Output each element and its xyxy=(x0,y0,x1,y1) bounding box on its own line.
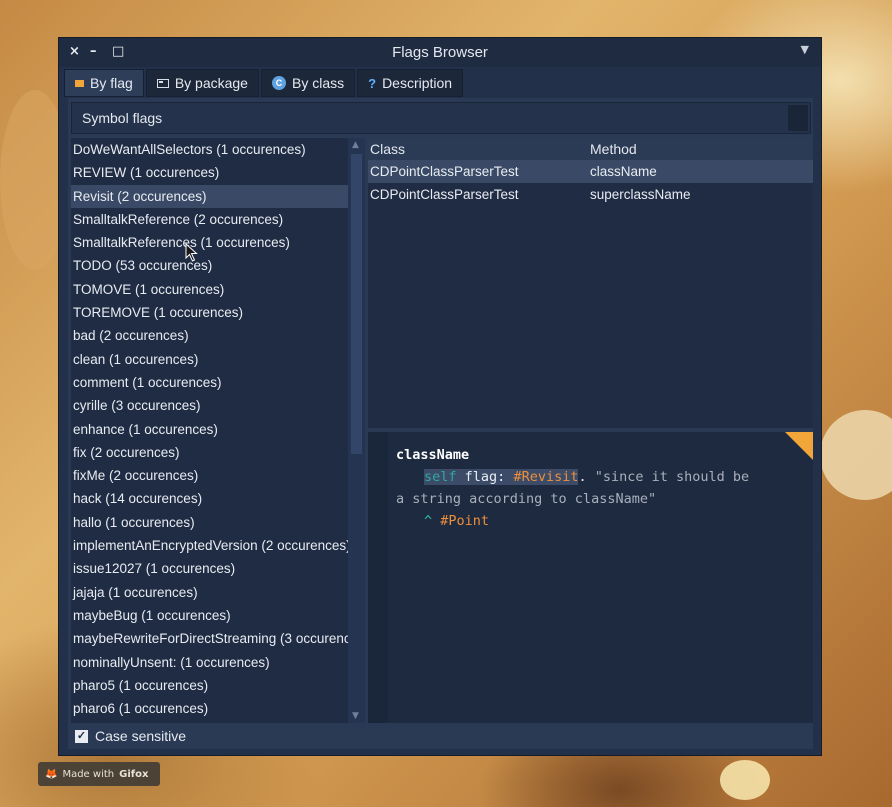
list-item[interactable]: maybeBug (1 occurences) xyxy=(71,604,348,627)
source-code-pane[interactable]: className self flag: #Revisit. "since it… xyxy=(368,432,813,723)
wallpaper-shape xyxy=(820,410,892,500)
code-gutter xyxy=(368,432,388,723)
options-bar: ✓ Case sensitive xyxy=(71,725,815,747)
list-item[interactable]: Revisit (2 occurences) xyxy=(71,184,348,208)
list-item[interactable]: bad (2 occurences) xyxy=(71,324,348,347)
case-sensitive-checkbox[interactable]: ✓ xyxy=(75,729,88,743)
row-method: className xyxy=(590,164,657,179)
class-icon: C xyxy=(271,76,286,90)
flags-browser-window: × – □ Flags Browser ▼ By flag By package… xyxy=(58,37,822,756)
wallpaper-shape xyxy=(720,760,770,800)
scrollbar-thumb[interactable] xyxy=(351,154,362,454)
scroll-down-icon[interactable]: ▼ xyxy=(352,711,359,721)
list-item[interactable]: hallo (1 occurences) xyxy=(71,511,348,534)
column-header-method[interactable]: Method xyxy=(590,138,637,160)
code-flag-symbol: #Revisit xyxy=(513,469,579,485)
watermark-prefix: Made with xyxy=(62,768,115,780)
row-method: superclassName xyxy=(590,187,691,202)
fox-icon: 🦊 xyxy=(45,768,58,780)
source-code[interactable]: className self flag: #Revisit. "since it… xyxy=(396,444,806,532)
tab-bar: By flag By package C By class ? Descript… xyxy=(64,69,464,97)
code-return-caret: ^ xyxy=(424,513,433,529)
list-item[interactable]: comment (1 occurences) xyxy=(71,371,348,394)
list-item[interactable]: TOMOVE (1 occurences) xyxy=(71,278,348,301)
code-comment-1: "since it should be xyxy=(594,469,750,485)
list-item[interactable]: hack (14 occurences) xyxy=(71,487,348,510)
row-class: CDPointClassParserTest xyxy=(370,164,519,179)
header-button[interactable] xyxy=(788,105,808,131)
list-item[interactable]: SmalltalkReference (2 occurences) xyxy=(71,208,348,231)
list-item[interactable]: maybeRewriteForDirectStreaming (3 occure… xyxy=(71,627,348,650)
window-title: Flags Browser xyxy=(392,44,488,61)
tab-description[interactable]: ? Description xyxy=(357,69,464,97)
table-row[interactable]: CDPointClassParserTest superclassName xyxy=(368,183,813,206)
list-item[interactable]: DoWeWantAllSelectors (1 occurences) xyxy=(71,138,348,161)
section-header: Symbol flags xyxy=(71,102,811,134)
tab-label: By flag xyxy=(90,75,133,91)
section-title: Symbol flags xyxy=(82,110,163,126)
list-item[interactable]: issue12027 (1 occurences) xyxy=(71,557,348,580)
methods-table: Class Method CDPointClassParserTest clas… xyxy=(368,138,813,428)
list-item[interactable]: jajaja (1 occurences) xyxy=(71,581,348,604)
code-return-value: #Point xyxy=(440,513,490,529)
list-item[interactable]: fixMe (2 occurences) xyxy=(71,464,348,487)
case-sensitive-label[interactable]: Case sensitive xyxy=(95,728,186,744)
list-item[interactable]: TOREMOVE (1 occurences) xyxy=(71,301,348,324)
gifox-watermark: 🦊 Made with Gifox xyxy=(38,762,160,786)
watermark-brand: Gifox xyxy=(119,768,149,780)
code-flag-keyword: flag: xyxy=(464,469,506,485)
column-header-class[interactable]: Class xyxy=(368,138,590,160)
tab-label: By package xyxy=(174,75,248,91)
code-period: . xyxy=(578,469,587,485)
methods-table-header: Class Method xyxy=(368,138,813,160)
list-item[interactable]: REVIEW (1 occurences) xyxy=(71,161,348,184)
code-self: self xyxy=(424,469,457,485)
tab-label: By class xyxy=(291,75,345,91)
tab-by-class[interactable]: C By class xyxy=(260,69,356,97)
package-icon xyxy=(156,78,169,88)
tab-content: Symbol flags DoWeWantAllSelectors (1 occ… xyxy=(68,98,813,749)
row-class: CDPointClassParserTest xyxy=(370,187,519,202)
list-item[interactable]: cyrille (3 occurences) xyxy=(71,394,348,417)
list-item[interactable]: implementAnEncryptedVersion (2 occurence… xyxy=(71,534,348,557)
flag-list-scrollbar[interactable]: ▲ ▼ xyxy=(348,138,365,723)
title-bar[interactable]: × – □ Flags Browser ▼ xyxy=(59,38,821,67)
flag-expression: self flag: #Revisit xyxy=(424,469,579,485)
flag-list[interactable]: DoWeWantAllSelectors (1 occurences) REVIE… xyxy=(71,138,348,723)
question-icon: ? xyxy=(368,75,377,91)
tab-by-package[interactable]: By package xyxy=(145,69,259,97)
method-selector: className xyxy=(396,447,470,463)
list-item[interactable]: clean (1 occurences) xyxy=(71,348,348,371)
list-item[interactable]: fix (2 occurences) xyxy=(71,441,348,464)
table-row[interactable]: CDPointClassParserTest className xyxy=(368,160,813,183)
list-item[interactable]: TODO (53 occurences) xyxy=(71,254,348,277)
tab-label: Description xyxy=(382,75,453,91)
code-comment-2: a string according to className" xyxy=(396,491,657,507)
flag-icon xyxy=(75,79,84,87)
scroll-up-icon[interactable]: ▲ xyxy=(352,140,359,150)
list-item[interactable]: nominallyUnsent: (1 occurences) xyxy=(71,651,348,674)
mouse-cursor-icon xyxy=(185,243,198,262)
list-item[interactable]: pharo5 (1 occurences) xyxy=(71,674,348,697)
window-menu-icon[interactable]: ▼ xyxy=(801,43,809,56)
list-item[interactable]: pharo6 (1 occurences) xyxy=(71,697,348,720)
list-item[interactable]: enhance (1 occurences) xyxy=(71,418,348,441)
list-item[interactable]: SmalltalkReferences (1 occurences) xyxy=(71,231,348,254)
tab-by-flag[interactable]: By flag xyxy=(64,69,144,97)
